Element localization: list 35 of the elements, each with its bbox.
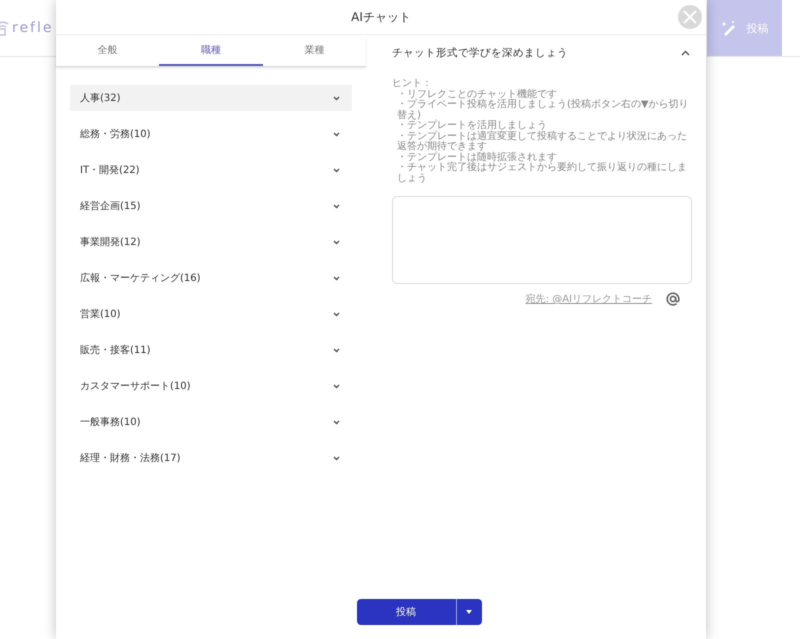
- chevron-down-icon: [333, 240, 340, 244]
- tab[interactable]: 職種: [159, 35, 263, 66]
- at-sign-icon[interactable]: [666, 292, 680, 306]
- close-icon: [683, 10, 697, 24]
- chevron-down-icon: [333, 312, 340, 316]
- chevron-down-icon: [333, 132, 340, 136]
- chevron-down-icon: [333, 96, 340, 100]
- chevron-down-icon: [333, 348, 340, 352]
- chevron-down-icon: [333, 384, 340, 388]
- chevron-down-icon: [333, 276, 340, 280]
- dropdown-button[interactable]: [456, 599, 482, 625]
- hint-text: ・テンプレートは随時拡張されます: [396, 152, 557, 162]
- collapse-toggle[interactable]: [679, 48, 692, 58]
- panel-heading: チャット形式で学びを深めましょう: [392, 46, 568, 60]
- hint-label: ヒント：: [392, 79, 433, 90]
- logo-icon: [0, 20, 10, 36]
- tab[interactable]: 全般: [56, 35, 160, 66]
- logo: refle: [12, 20, 54, 36]
- category-item[interactable]: 人事(32): [70, 85, 352, 111]
- pen-icon: [720, 20, 736, 36]
- post-button[interactable]: 投稿: [356, 599, 456, 625]
- chevron-down-icon: [333, 420, 340, 424]
- chevron-down-icon: [333, 456, 340, 460]
- hint-text: ・プライベート投稿を活用しましょう(投稿ボタン右の▼から切り替え): [396, 100, 690, 120]
- hint-text: ・リフレクことのチャット機能です: [396, 90, 558, 100]
- chevron-up-icon: [681, 50, 690, 56]
- chevron-down-icon: [333, 204, 340, 208]
- message-field[interactable]: [392, 196, 692, 284]
- caret-down-icon: [466, 610, 472, 614]
- hint-text: ・チャット完了後はサジェストから要約して振り返りの種にしましょう: [396, 163, 688, 184]
- modal-title: AIチャット: [351, 8, 411, 26]
- tab[interactable]: 業種: [262, 35, 366, 66]
- hint-text: ・テンプレートを活用しましょう: [396, 121, 547, 131]
- chevron-down-icon: [333, 168, 340, 172]
- hint-text: ・テンプレートは適宜変更して投稿することでより状況にあった返答が期待できます: [396, 132, 688, 152]
